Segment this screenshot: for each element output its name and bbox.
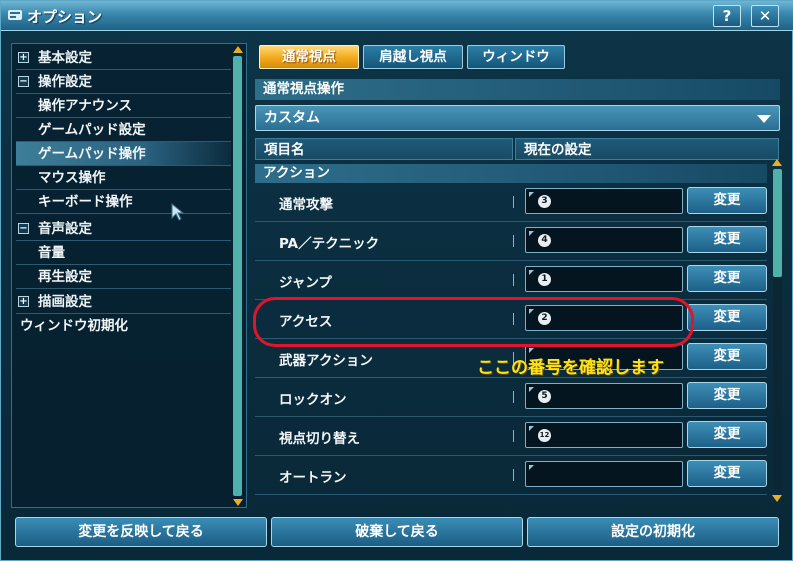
divider <box>513 391 514 403</box>
preset-dropdown[interactable]: カスタム <box>255 105 780 131</box>
expand-icon[interactable]: + <box>18 296 29 307</box>
row-label: 武器アクション <box>279 353 373 369</box>
divider <box>513 274 514 286</box>
table-row: 通常攻撃 3 変更 <box>255 183 767 222</box>
sidebar-item-label: 描画設定 <box>38 294 92 310</box>
scroll-up-icon[interactable] <box>772 159 782 166</box>
sidebar-item-control-settings[interactable]: − 操作設定 <box>16 70 231 94</box>
reset-settings-button[interactable]: 設定の初期化 <box>527 517 779 547</box>
list-scrollbar[interactable] <box>773 169 782 492</box>
scroll-up-icon[interactable] <box>233 46 243 53</box>
column-header-item-name: 項目名 <box>255 138 513 160</box>
title-bar: オプション ? ✕ <box>1 1 793 31</box>
help-button[interactable]: ? <box>713 5 741 27</box>
sidebar-item-basic-settings[interactable]: + 基本設定 <box>16 46 231 70</box>
divider <box>513 235 514 247</box>
table-row: ジャンプ 1 変更 <box>255 261 767 300</box>
tab-window[interactable]: ウィンドウ <box>467 45 565 69</box>
settings-category-tree: + 基本設定 − 操作設定 操作アナウンス ゲームパッド設定 ゲームパッド操作 … <box>11 43 247 508</box>
sidebar-scrollbar[interactable] <box>233 56 242 496</box>
sidebar-item-label: 音声設定 <box>38 221 92 237</box>
change-button[interactable]: 変更 <box>687 343 767 370</box>
change-button[interactable]: 変更 <box>687 265 767 292</box>
sidebar-item-label: 操作設定 <box>38 74 92 90</box>
options-window: オプション ? ✕ + 基本設定 − 操作設定 操作アナウンス ゲームパッド設定… <box>0 0 793 561</box>
row-label: PA／テクニック <box>279 236 380 252</box>
table-row: 視点切り替え 12 変更 <box>255 417 767 456</box>
sidebar-item-window-reset[interactable]: ウィンドウ初期化 <box>16 314 231 338</box>
divider <box>513 469 514 481</box>
divider <box>513 196 514 208</box>
mouse-cursor-icon <box>171 202 185 221</box>
button-number-badge: 5 <box>538 390 551 403</box>
sidebar-item-label: マウス操作 <box>38 170 106 186</box>
key-assignment-field[interactable]: 12 <box>525 422 683 448</box>
row-label: ロックオン <box>279 392 347 408</box>
sidebar-item-label: 再生設定 <box>38 269 92 285</box>
highlight-annotation-oval <box>253 297 694 347</box>
collapse-icon[interactable]: − <box>18 223 29 234</box>
annotation-text: ここの番号を確認します <box>477 358 664 378</box>
change-button[interactable]: 変更 <box>687 187 767 214</box>
button-number-badge: 12 <box>538 429 551 442</box>
expand-icon[interactable]: + <box>18 52 29 63</box>
sidebar-item-mouse-controls[interactable]: マウス操作 <box>16 166 231 190</box>
key-assignment-field[interactable]: 3 <box>525 188 683 214</box>
sidebar-item-playback-settings[interactable]: 再生設定 <box>16 265 231 289</box>
key-assignment-field[interactable]: 4 <box>525 227 683 253</box>
sidebar-item-label: キーボード操作 <box>38 194 133 210</box>
divider <box>513 430 514 442</box>
change-button[interactable]: 変更 <box>687 304 767 331</box>
sidebar-item-label: 基本設定 <box>38 50 92 66</box>
key-assignment-field[interactable]: 5 <box>525 383 683 409</box>
change-button[interactable]: 変更 <box>687 226 767 253</box>
button-number-badge: 1 <box>538 273 551 286</box>
sidebar-item-label: ゲームパッド設定 <box>38 122 146 138</box>
options-app-icon <box>8 10 22 20</box>
preset-selected-value: カスタム <box>264 110 320 126</box>
change-button[interactable]: 変更 <box>687 421 767 448</box>
sidebar-item-label: ゲームパッド操作 <box>38 146 146 162</box>
close-button[interactable]: ✕ <box>751 5 779 27</box>
tab-normal-view[interactable]: 通常視点 <box>259 45 359 69</box>
apply-and-return-button[interactable]: 変更を反映して戻る <box>15 517 267 547</box>
key-assignment-field[interactable] <box>525 461 683 487</box>
button-number-badge: 4 <box>538 234 551 247</box>
sidebar-item-keyboard-controls[interactable]: キーボード操作 <box>16 190 231 214</box>
discard-and-return-button[interactable]: 破棄して戻る <box>271 517 523 547</box>
sidebar-item-gamepad-controls[interactable]: ゲームパッド操作 <box>16 142 231 166</box>
chevron-down-icon <box>757 115 771 123</box>
tab-over-shoulder-view[interactable]: 肩越し視点 <box>363 45 463 69</box>
row-label: 視点切り替え <box>279 431 360 447</box>
sidebar-item-label: ウィンドウ初期化 <box>20 318 128 334</box>
row-label: ジャンプ <box>279 275 332 291</box>
row-label: 通常攻撃 <box>279 197 333 213</box>
sidebar-item-label: 音量 <box>38 245 65 261</box>
collapse-icon[interactable]: − <box>18 76 29 87</box>
scroll-down-icon[interactable] <box>233 499 243 506</box>
list-scroll-thumb[interactable] <box>773 169 782 277</box>
key-assignment-field[interactable]: 1 <box>525 266 683 292</box>
change-button[interactable]: 変更 <box>687 382 767 409</box>
row-label: オートラン <box>279 470 347 486</box>
scroll-down-icon[interactable] <box>772 495 782 502</box>
table-row: オートラン 変更 <box>255 456 767 495</box>
button-number-badge: 3 <box>538 195 551 208</box>
sidebar-item-label: 操作アナウンス <box>38 98 132 114</box>
group-label: アクション <box>255 164 767 183</box>
table-row: ロックオン 5 変更 <box>255 378 767 417</box>
column-header-current-setting: 現在の設定 <box>515 138 779 160</box>
table-row: PA／テクニック 4 変更 <box>255 222 767 261</box>
sidebar-item-volume[interactable]: 音量 <box>16 241 231 265</box>
change-button[interactable]: 変更 <box>687 460 767 487</box>
sidebar-item-gamepad-settings[interactable]: ゲームパッド設定 <box>16 118 231 142</box>
sidebar-item-graphics-settings[interactable]: + 描画設定 <box>16 290 231 314</box>
sidebar-item-control-announce[interactable]: 操作アナウンス <box>16 94 231 118</box>
sidebar-item-audio-settings[interactable]: − 音声設定 <box>16 217 231 241</box>
section-title: 通常視点操作 <box>255 79 780 100</box>
window-title: オプション <box>27 8 103 26</box>
sidebar-scroll-thumb[interactable] <box>233 56 242 496</box>
